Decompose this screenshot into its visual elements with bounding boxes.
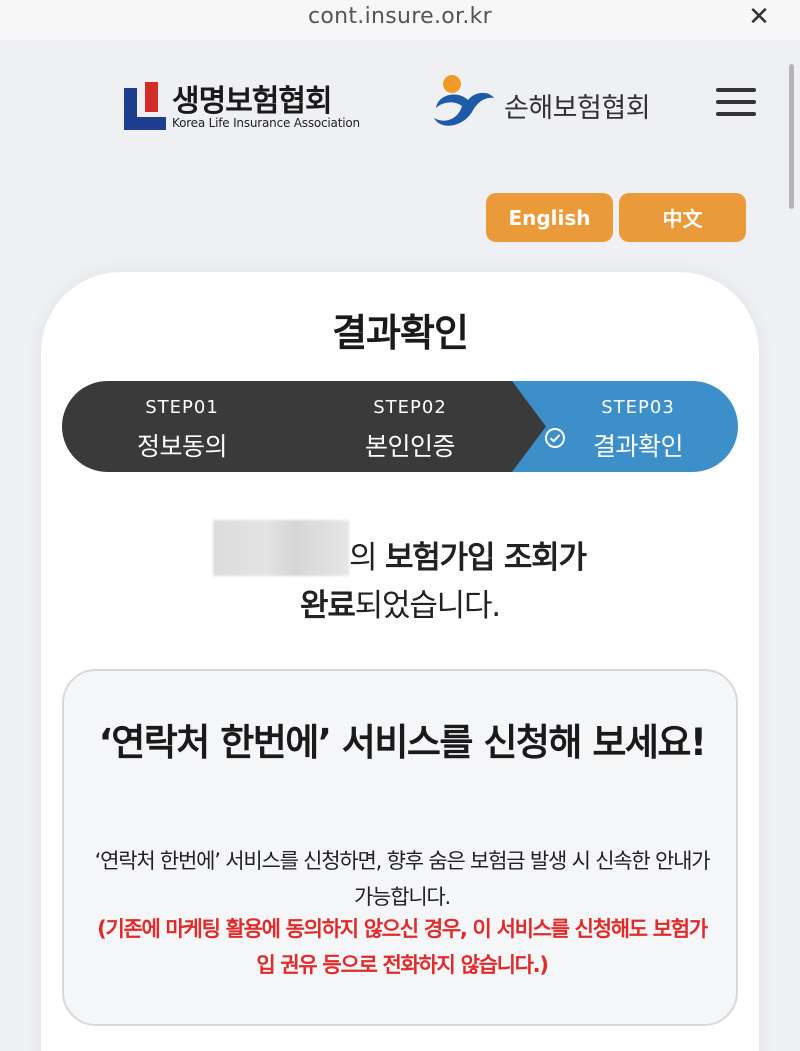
promo-title: ‘연락처 한번에’ 서비스를 신청해 보세요!	[98, 721, 707, 764]
redacted-user-name	[213, 520, 349, 576]
step-3-number: STEP03	[601, 397, 675, 418]
result-complete-bold: 완료	[300, 588, 356, 624]
promo-warning: (기존에 마케팅 활용에 동의하지 않으신 경우, 이 서비스를 신청해도 보험…	[97, 917, 708, 977]
step-2: STEP02 본인인증	[330, 381, 490, 472]
result-suffix: 의	[349, 540, 385, 576]
english-button[interactable]: English	[486, 193, 613, 242]
step-2-label: 본인인증	[364, 432, 456, 461]
step-2-number: STEP02	[373, 397, 447, 418]
klia-logo-mark-icon	[124, 82, 166, 130]
step-3-label: 결과확인	[592, 432, 684, 461]
result-bold-text: 보험가입 조회가	[384, 540, 587, 576]
step-3: STEP03 결과확인	[538, 381, 738, 472]
page-title: 결과확인	[332, 311, 469, 355]
gia-name: 손해보험협회	[504, 93, 651, 124]
result-complete-text: 되었습니다.	[354, 588, 501, 624]
result-message-line-1: 의 보험가입 조회가	[349, 532, 587, 577]
promo-description: ‘연락처 한번에’ 서비스를 신청하면, 향후 숨은 보험금 발생 시 신속한 …	[94, 849, 711, 909]
step-1-label: 정보동의	[136, 432, 228, 461]
scrollbar[interactable]	[789, 64, 794, 209]
close-icon[interactable]: ✕	[748, 4, 770, 30]
klia-logo[interactable]: 생명보험협회 Korea Life Insurance Association	[124, 78, 374, 134]
step-1-number: STEP01	[145, 397, 219, 418]
step-3-label-row: 결과확인	[538, 427, 738, 463]
gia-logo-mark-icon	[434, 75, 494, 126]
hamburger-menu-icon[interactable]	[716, 86, 758, 118]
check-circle-icon	[545, 428, 565, 448]
klia-english-name: Korea Life Insurance Association	[172, 116, 360, 130]
chinese-button[interactable]: 中文	[619, 193, 746, 242]
step-progress: STEP01 정보동의 STEP02 본인인증 STEP03 결과확인	[62, 381, 738, 472]
url-text[interactable]: cont.insure.or.kr	[0, 4, 800, 29]
gia-logo[interactable]: 손해보험협회	[432, 72, 682, 132]
klia-name: 생명보험협회	[172, 84, 333, 119]
result-message-line-2: 완료되었습니다.	[0, 580, 800, 625]
browser-url-bar: cont.insure.or.kr ✕	[0, 0, 800, 40]
contact-service-promo: ‘연락처 한번에’ 서비스를 신청해 보세요! ‘연락처 한번에’ 서비스를 신…	[62, 669, 738, 1026]
step-1: STEP01 정보동의	[102, 381, 262, 472]
